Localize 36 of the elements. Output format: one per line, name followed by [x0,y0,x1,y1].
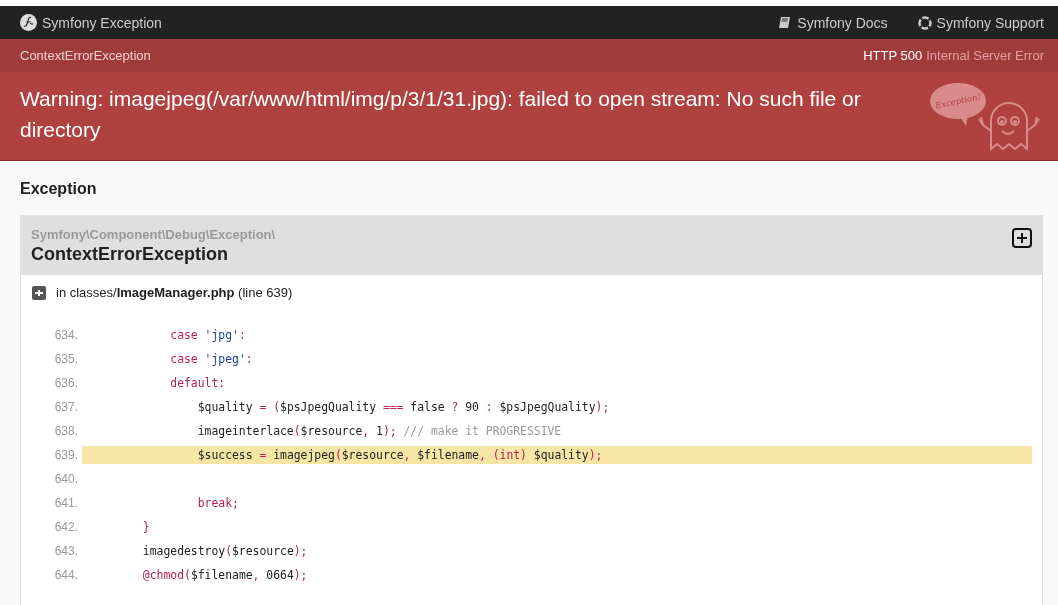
exception-class: ContextErrorException [20,48,151,63]
code-line: $quality = ($psJpegQuality === false ? 90 : $psJpegQuality); [196,399,611,416]
lifebuoy-icon [917,15,932,30]
line-number: 640. [53,472,79,486]
error-message: Warning: imagejpeg(/var/www/html/img/p/3/1/31.jpg): failed to open stream: No such file or directory [20,86,862,143]
file-location: in classes/ImageManager.php (line 639) [56,285,293,300]
code-line: default: [169,375,227,392]
book-icon [778,15,793,30]
line-number: 644. [53,568,79,582]
exception-namespace: Symfony\Component\Debug\Exception\ [31,227,276,242]
code-line: case 'jpeg': [169,351,254,368]
line-number: 637. [53,400,79,414]
line-number: 638. [53,424,79,438]
status-text: Internal Server Error [926,48,1044,63]
status-code: HTTP 500 [863,48,923,63]
line-number: 635. [53,352,79,366]
code-line: imagedestroy($resource); [141,543,309,560]
line-number: 642. [53,520,79,534]
logo-icon [20,14,37,31]
nav-link[interactable]: Symfony Support [917,14,1044,31]
code-line: case 'jpg': [169,327,247,344]
exception-class-name: ContextErrorException [31,244,230,265]
line-number: 639. [53,448,79,462]
line-number: 636. [53,376,79,390]
code-line: break; [196,495,240,512]
line-number: 641. [53,496,79,510]
code-line: } [141,519,151,536]
code-line: @chmod($filename, 0664); [141,567,309,584]
line-number: 634. [53,328,79,342]
expand-toggle-icon[interactable] [1012,228,1032,248]
code-line: imageinterlace($resource, 1); /// make it PROGRESSIVE [196,423,563,440]
brand-title: Symfony Exception [42,14,162,31]
line-number: 643. [53,544,79,558]
section-title: Exception [20,180,98,198]
nav-link[interactable]: Symfony Docs [778,14,888,31]
collapse-toggle-icon[interactable] [32,285,46,300]
